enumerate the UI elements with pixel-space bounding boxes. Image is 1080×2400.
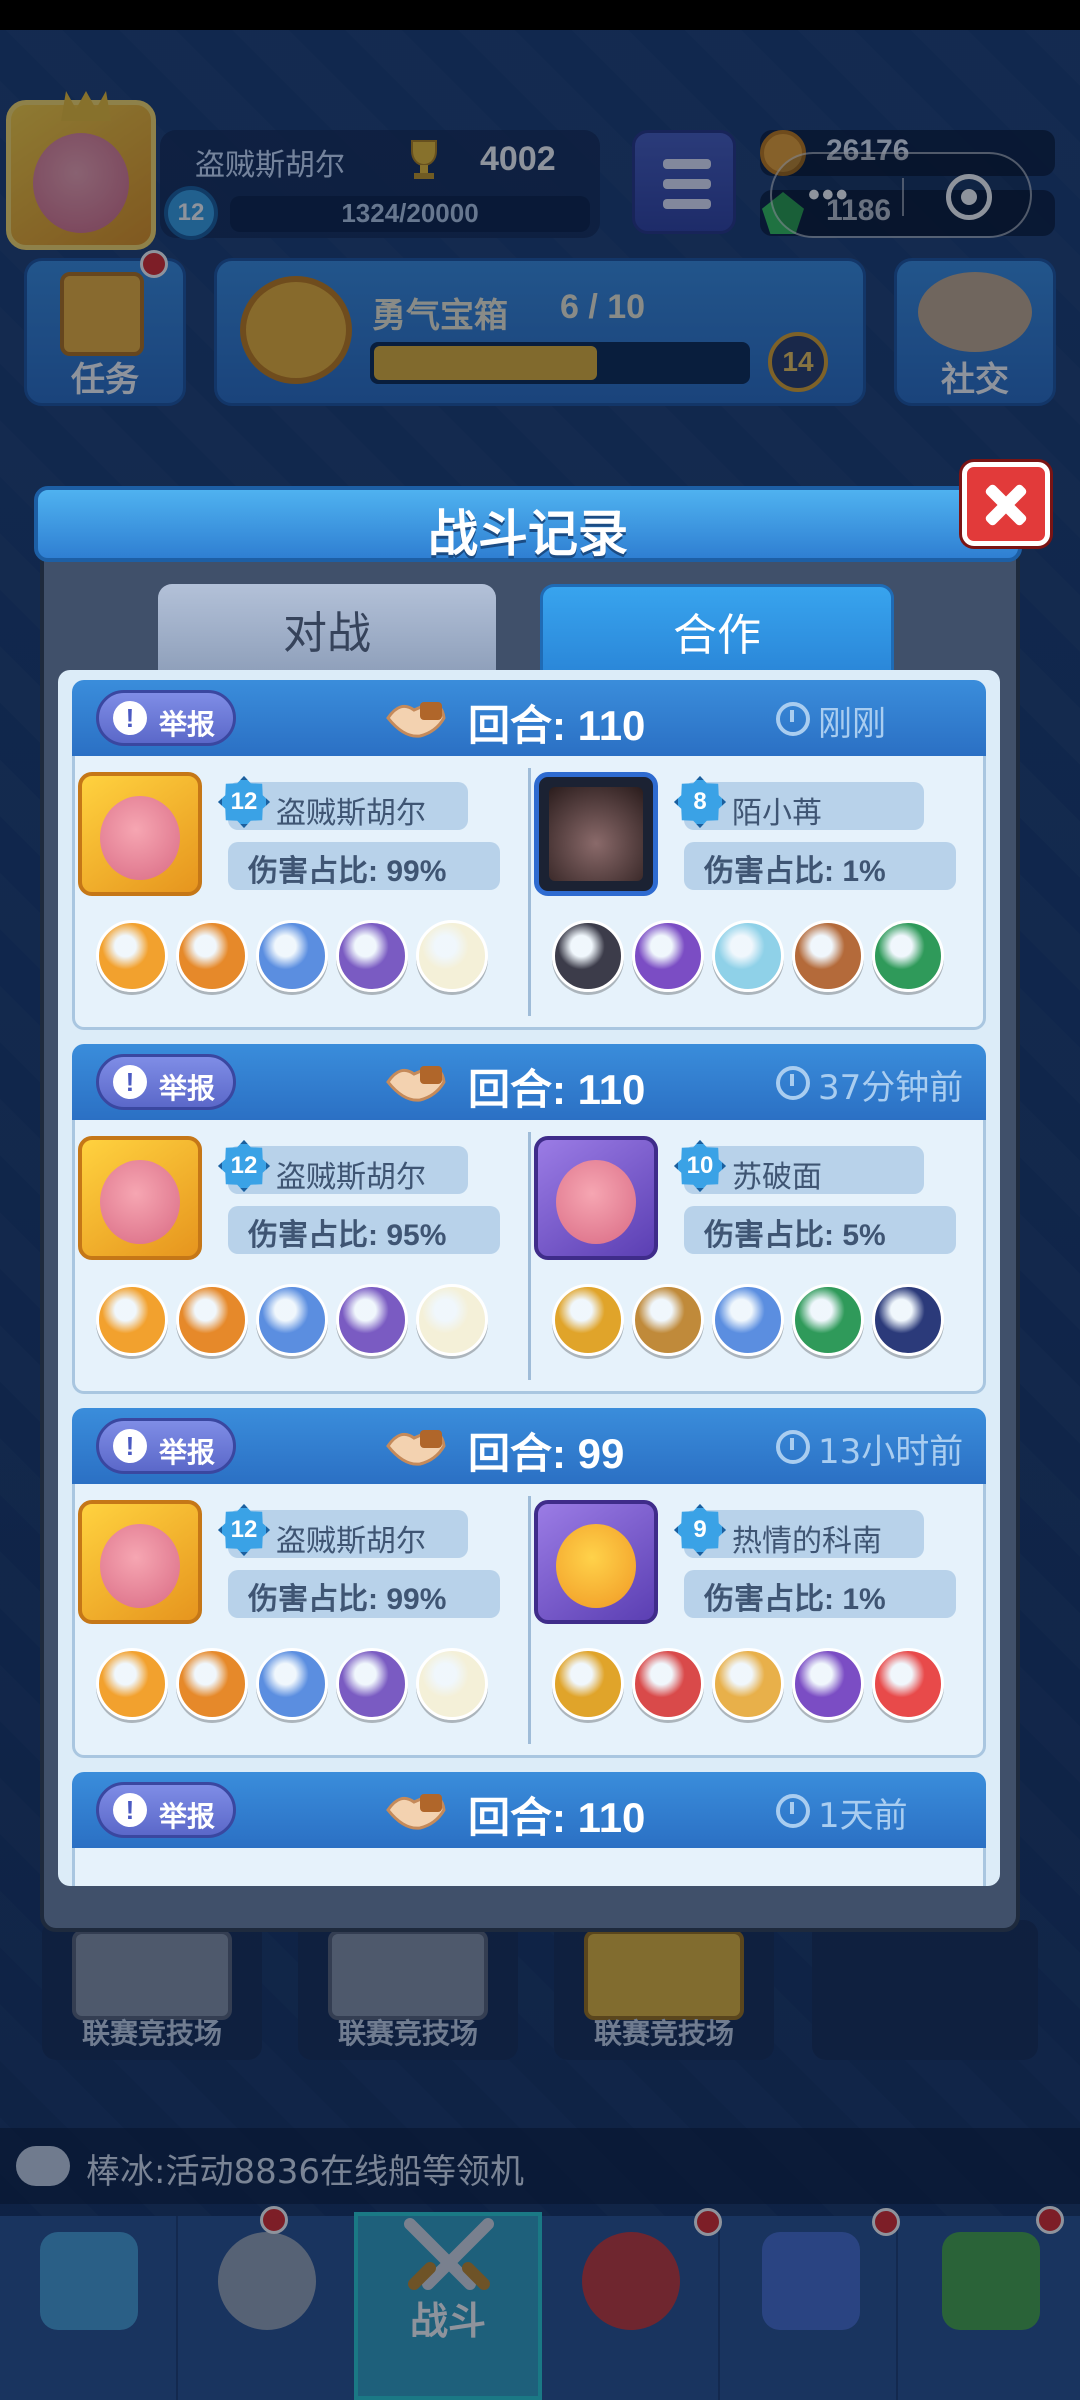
- record-list[interactable]: ! 举报 回合: 110 刚刚 12 盗贼斯胡尔 伤害占比: 99% 8 陌小苒 伤害占比: 1%…: [58, 670, 1000, 1886]
- right-player-name: 热情的科南: [732, 1524, 882, 1559]
- close-button[interactable]: [962, 462, 1050, 546]
- left-player-avatar[interactable]: [78, 1500, 202, 1624]
- shield-alert-icon: !: [113, 1429, 147, 1463]
- hero-icon: [552, 1648, 624, 1720]
- clock-icon: [776, 1430, 810, 1464]
- hero-icon: [792, 1648, 864, 1720]
- shield-alert-icon: !: [113, 1793, 147, 1827]
- left-player-name: 盗贼斯胡尔: [276, 1160, 426, 1195]
- hero-icon: [712, 1284, 784, 1356]
- left-player-name: 盗贼斯胡尔: [276, 796, 426, 831]
- hero-icon: [416, 1648, 488, 1720]
- hero-icon: [416, 920, 488, 992]
- hero-icon: [96, 1648, 168, 1720]
- hero-icon: [712, 920, 784, 992]
- record-time: 刚刚: [818, 704, 886, 744]
- record-time: 37分钟前: [818, 1068, 964, 1108]
- round-count: 回合: 110: [468, 1066, 646, 1113]
- handshake-icon: [386, 702, 446, 738]
- battle-record-card: ! 举报 回合: 110 37分钟前 12 盗贼斯胡尔 伤害占比: 95% 10 苏破面 伤害占比…: [72, 1044, 986, 1394]
- battle-record-card: ! 举报 回合: 99 13小时前 12 盗贼斯胡尔 伤害占比: 99% 9 热情的科南 伤害占比…: [72, 1408, 986, 1758]
- report-button[interactable]: ! 举报: [96, 1782, 236, 1838]
- handshake-icon: [386, 1066, 446, 1102]
- hero-icon: [336, 1648, 408, 1720]
- report-label: 举报: [159, 709, 216, 740]
- record-body: [72, 1848, 986, 1886]
- report-button[interactable]: ! 举报: [96, 1418, 236, 1474]
- shield-alert-icon: !: [113, 701, 147, 735]
- battle-record-card: ! 举报 回合: 110 刚刚 12 盗贼斯胡尔 伤害占比: 99% 8 陌小苒 伤害占比: 1%: [72, 680, 986, 1030]
- shield-alert-icon: !: [113, 1065, 147, 1099]
- hero-icon: [632, 1648, 704, 1720]
- round-count: 回合: 110: [468, 702, 646, 749]
- hero-icon: [872, 1284, 944, 1356]
- hero-icon: [96, 920, 168, 992]
- handshake-icon: [386, 1794, 446, 1830]
- hero-icon: [552, 920, 624, 992]
- right-damage-share: 伤害占比: 1%: [704, 855, 886, 888]
- left-player-name: 盗贼斯胡尔: [276, 1524, 426, 1559]
- left-damage-share: 伤害占比: 95%: [248, 1219, 447, 1252]
- hero-icon: [336, 1284, 408, 1356]
- modal-title: 战斗记录: [428, 506, 628, 562]
- right-player-name: 苏破面: [732, 1160, 822, 1195]
- report-button[interactable]: ! 举报: [96, 690, 236, 746]
- clock-icon: [776, 1066, 810, 1100]
- hero-icon: [176, 1284, 248, 1356]
- hero-icon: [552, 1284, 624, 1356]
- tab-versus[interactable]: 对战: [158, 584, 496, 674]
- report-label: 举报: [159, 1437, 216, 1468]
- hero-icon: [96, 1284, 168, 1356]
- record-time: 1天前: [818, 1796, 908, 1836]
- report-label: 举报: [159, 1801, 216, 1832]
- hero-icon: [336, 920, 408, 992]
- right-player-avatar[interactable]: [534, 1500, 658, 1624]
- hero-icon: [872, 1648, 944, 1720]
- right-player-avatar[interactable]: [534, 1136, 658, 1260]
- round-count: 回合: 110: [468, 1794, 646, 1841]
- hero-icon: [792, 1284, 864, 1356]
- hero-icon: [256, 920, 328, 992]
- left-player-avatar[interactable]: [78, 772, 202, 896]
- battle-record-card: ! 举报 回合: 110 1天前: [72, 1772, 986, 1886]
- hero-icon: [256, 1648, 328, 1720]
- round-count: 回合: 99: [468, 1430, 625, 1477]
- clock-icon: [776, 702, 810, 736]
- left-player-avatar[interactable]: [78, 1136, 202, 1260]
- hero-icon: [712, 1648, 784, 1720]
- left-damage-share: 伤害占比: 99%: [248, 855, 447, 888]
- clock-icon: [776, 1794, 810, 1828]
- tab-coop[interactable]: 合作: [540, 584, 894, 674]
- hero-icon: [792, 920, 864, 992]
- handshake-icon: [386, 1430, 446, 1466]
- hero-icon: [176, 1648, 248, 1720]
- hero-icon: [632, 920, 704, 992]
- left-damage-share: 伤害占比: 99%: [248, 1583, 447, 1616]
- right-player-name: 陌小苒: [732, 796, 822, 831]
- hero-icon: [176, 920, 248, 992]
- report-label: 举报: [159, 1073, 216, 1104]
- right-player-avatar[interactable]: [534, 772, 658, 896]
- status-bar: [0, 0, 1080, 30]
- right-damage-share: 伤害占比: 1%: [704, 1583, 886, 1616]
- report-button[interactable]: ! 举报: [96, 1054, 236, 1110]
- hero-icon: [256, 1284, 328, 1356]
- record-time: 13小时前: [818, 1432, 964, 1472]
- hero-icon: [872, 920, 944, 992]
- hero-icon: [416, 1284, 488, 1356]
- right-damage-share: 伤害占比: 5%: [704, 1219, 886, 1252]
- hero-icon: [632, 1284, 704, 1356]
